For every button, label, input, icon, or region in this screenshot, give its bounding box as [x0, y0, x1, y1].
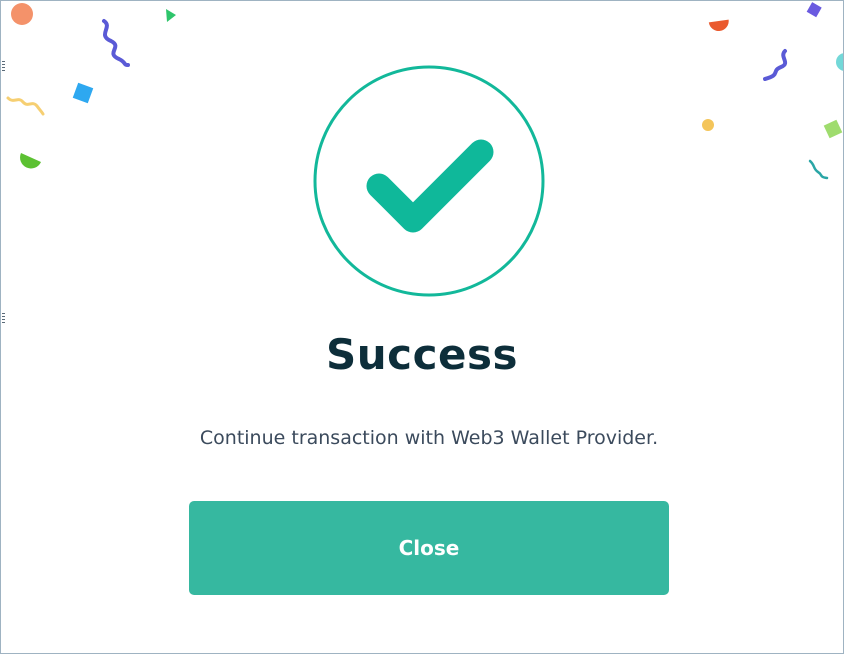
confetti-piece: [708, 19, 729, 31]
resize-grip-icon[interactable]: [2, 61, 5, 71]
confetti-piece: [11, 3, 33, 25]
confetti-piece: [72, 82, 94, 104]
confetti-piece: [702, 119, 714, 131]
confetti-piece: [808, 159, 829, 180]
confetti-piece: [823, 119, 843, 139]
dialog-title: Success: [326, 330, 518, 379]
resize-grip-icon[interactable]: [2, 313, 5, 323]
confetti-piece: [166, 9, 176, 22]
confetti-piece: [6, 96, 45, 116]
confetti-piece: [836, 53, 843, 71]
checkmark-icon: [366, 139, 494, 233]
close-button[interactable]: Close: [189, 501, 669, 595]
confetti-piece: [806, 2, 822, 18]
dialog-message: Continue transaction with Web3 Wallet Pr…: [199, 427, 659, 449]
confetti-piece: [763, 49, 788, 81]
check-circle-ring: [313, 65, 545, 297]
confetti-piece: [20, 153, 41, 169]
check-circle-icon: [313, 65, 545, 297]
confetti-piece: [102, 19, 130, 67]
success-dialog: Success Continue transaction with Web3 W…: [0, 0, 844, 654]
